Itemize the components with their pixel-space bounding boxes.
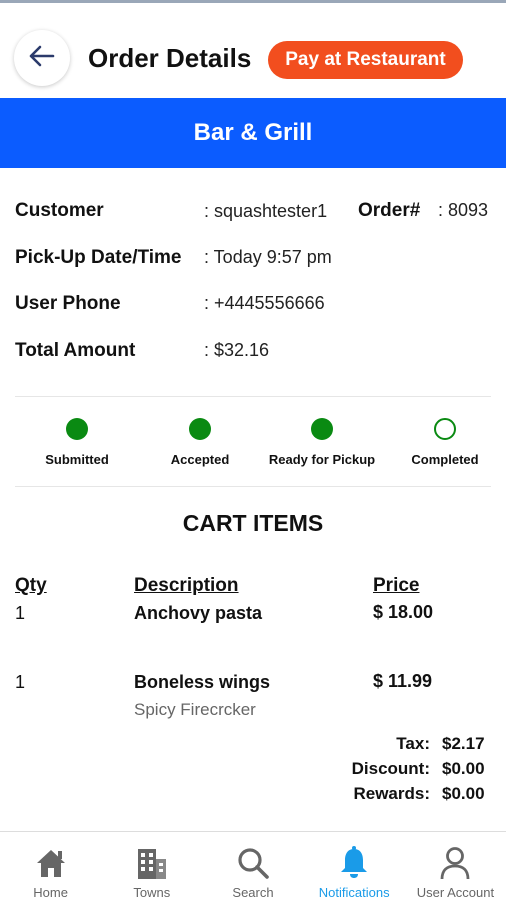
tab-towns[interactable]: Towns bbox=[101, 832, 202, 900]
status-step-label: Submitted bbox=[45, 452, 109, 467]
description-column-header: Description bbox=[134, 575, 239, 596]
order-number-value: : 8093 bbox=[438, 200, 489, 220]
status-step-label: Accepted bbox=[170, 452, 230, 467]
home-icon bbox=[32, 844, 70, 881]
item-description: Boneless wings bbox=[134, 672, 271, 692]
rewards-row: Rewards: $0.00 bbox=[300, 784, 492, 809]
qty-column-header: Qty bbox=[15, 575, 47, 596]
back-button[interactable] bbox=[14, 30, 70, 86]
tab-label: Notifications bbox=[318, 885, 390, 900]
tax-row: Tax: $2.17 bbox=[300, 734, 492, 759]
tab-label: Home bbox=[33, 885, 68, 900]
discount-value: $0.00 bbox=[442, 759, 485, 778]
order-number-label: Order# bbox=[358, 200, 421, 221]
item-qty: 1 bbox=[15, 603, 26, 623]
page-title: Order Details bbox=[88, 43, 252, 73]
tab-label: Search bbox=[232, 885, 274, 900]
phone-value: : +4445556666 bbox=[204, 293, 325, 313]
status-step-label: Completed bbox=[411, 452, 479, 467]
total-amount-value: : $32.16 bbox=[204, 340, 270, 360]
payment-method-badge: Pay at Restaurant bbox=[268, 41, 463, 79]
user-icon bbox=[436, 844, 474, 881]
discount-row: Discount: $0.00 bbox=[300, 759, 492, 784]
status-step-label: Ready for Pickup bbox=[268, 452, 376, 467]
arrow-left-icon bbox=[29, 45, 55, 72]
tax-label: Tax: bbox=[396, 734, 430, 753]
rewards-value: $0.00 bbox=[442, 784, 485, 803]
search-icon bbox=[234, 844, 272, 881]
tab-user-account[interactable]: User Account bbox=[405, 832, 506, 900]
customer-value: : squashtester1 bbox=[204, 201, 328, 221]
divider bbox=[15, 486, 491, 487]
pickup-label: Pick-Up Date/Time bbox=[15, 247, 182, 268]
status-dot-complete bbox=[311, 418, 333, 440]
status-dot-complete bbox=[189, 418, 211, 440]
tab-home[interactable]: Home bbox=[0, 832, 101, 900]
item-description: Anchovy pasta bbox=[134, 603, 263, 623]
divider bbox=[15, 396, 491, 397]
pickup-value: : Today 9:57 pm bbox=[204, 247, 332, 267]
order-totals: Tax: $2.17 Discount: $0.00 Rewards: $0.0… bbox=[300, 734, 492, 809]
status-step-ready-for-pickup: Ready for Pickup bbox=[262, 418, 382, 467]
status-step-submitted: Submitted bbox=[17, 418, 137, 467]
item-price: $ 18.00 bbox=[373, 602, 434, 622]
customer-label: Customer bbox=[15, 200, 104, 221]
discount-label: Discount: bbox=[351, 759, 430, 778]
header: Order Details Pay at Restaurant bbox=[0, 3, 506, 98]
status-dot-pending bbox=[434, 418, 456, 440]
tab-label: User Account bbox=[416, 885, 495, 900]
tab-search[interactable]: Search bbox=[202, 832, 303, 900]
tax-value: $2.17 bbox=[442, 734, 485, 753]
item-price: $ 11.99 bbox=[373, 671, 433, 691]
status-step-completed: Completed bbox=[385, 418, 505, 467]
tab-notifications[interactable]: Notifications bbox=[304, 832, 405, 900]
tab-label: Towns bbox=[133, 885, 171, 900]
bottom-tab-bar: Home Towns Search Notifications User Acc… bbox=[0, 831, 506, 900]
bell-icon bbox=[335, 844, 373, 881]
phone-label: User Phone bbox=[15, 293, 121, 314]
buildings-icon bbox=[133, 844, 171, 881]
restaurant-banner: Bar & Grill bbox=[0, 98, 506, 168]
item-qty: 1 bbox=[15, 672, 26, 692]
price-column-header: Price bbox=[373, 575, 420, 596]
rewards-label: Rewards: bbox=[353, 784, 430, 803]
total-amount-label: Total Amount bbox=[15, 340, 136, 361]
item-note: Spicy Firecrcker bbox=[134, 700, 256, 719]
status-dot-complete bbox=[66, 418, 88, 440]
cart-items-title: CART ITEMS bbox=[182, 510, 324, 536]
status-step-accepted: Accepted bbox=[140, 418, 260, 467]
